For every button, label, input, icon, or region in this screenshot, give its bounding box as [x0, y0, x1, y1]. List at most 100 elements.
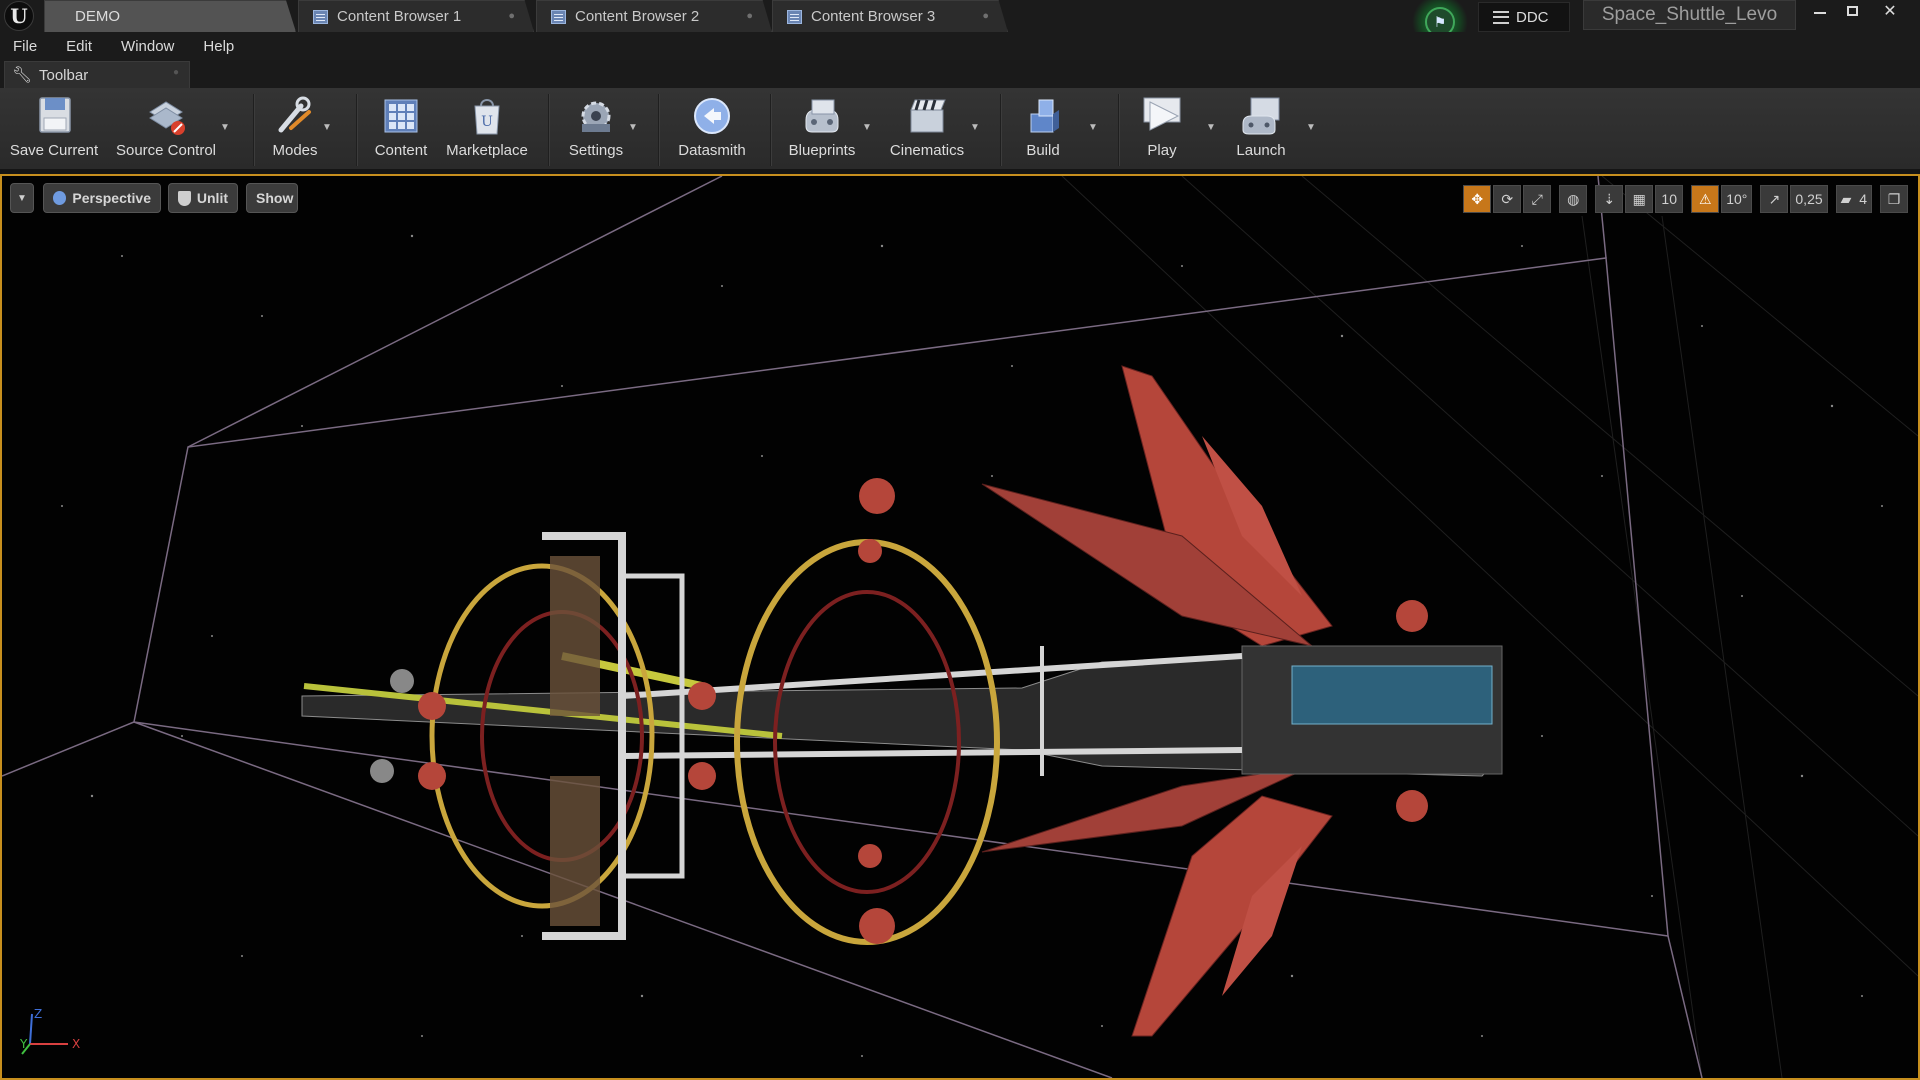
marketplace-icon: U: [474, 99, 500, 135]
scale-snap-value[interactable]: 0,25: [1790, 185, 1828, 213]
restore-icon: [1846, 6, 1858, 16]
toolbar-separator: [658, 94, 659, 166]
axis-y-label: Y: [20, 1037, 28, 1051]
launch-button[interactable]: Launch: [1226, 88, 1296, 170]
menu-edit[interactable]: Edit: [66, 38, 92, 55]
chevron-down-icon[interactable]: ▼: [220, 122, 230, 133]
grid-snap-value[interactable]: 10: [1655, 185, 1684, 213]
play-button[interactable]: Play: [1130, 88, 1194, 170]
rotation-snap-text: 10°: [1726, 191, 1748, 207]
restore-button[interactable]: [1836, 0, 1868, 22]
blueprints-button[interactable]: Blueprints: [778, 88, 866, 170]
view-mode-label: Perspective: [72, 190, 151, 206]
save-current-button[interactable]: Save Current: [8, 88, 100, 170]
close-icon[interactable]: ●: [173, 67, 179, 78]
toolbar-button-label: Cinematics: [889, 142, 965, 159]
modes-button[interactable]: Modes: [262, 88, 328, 170]
toolbar-button-label: Launch: [1236, 142, 1286, 159]
tab-label: Content Browser 2: [575, 8, 700, 25]
close-window-button[interactable]: ✕: [1874, 0, 1906, 22]
ddc-label: DDC: [1516, 8, 1549, 26]
title-bar: U DEMO Content Browser 1 ● Content Brows…: [0, 0, 1920, 50]
content-icon: [384, 99, 418, 133]
level-viewport[interactable]: ▼ Perspective Unlit Show ✥ ⟳ ⤢ ◍ ⇣ ▦ 10 …: [0, 174, 1920, 1080]
save-icon: [39, 97, 71, 133]
datasmith-button[interactable]: Datasmith: [670, 88, 754, 170]
unreal-logo-icon[interactable]: U: [4, 1, 34, 31]
panel-tab-label: Toolbar: [39, 66, 89, 84]
launch-icon: [1242, 97, 1280, 135]
viewport-tools: ✥ ⟳ ⤢ ◍ ⇣ ▦ 10 ⚠ 10° ↗ 0,25 ▰ 4 ❐: [1461, 184, 1908, 214]
viewport-options-button[interactable]: ▼: [10, 183, 34, 213]
axis-z-label: Z: [34, 1007, 42, 1021]
camera-speed-button[interactable]: ▰ 4: [1835, 185, 1872, 213]
tab-content-browser-2[interactable]: Content Browser 2 ●: [536, 0, 772, 32]
chevron-down-icon[interactable]: ▼: [628, 122, 638, 133]
toolbar-separator: [1000, 94, 1001, 166]
close-icon[interactable]: ●: [508, 10, 515, 22]
axis-gizmo-icon: Z X Y: [20, 1007, 80, 1055]
chevron-down-icon[interactable]: ▼: [970, 122, 980, 133]
project-name: Space_Shuttle_Levo: [1583, 0, 1796, 30]
close-icon: ✕: [1883, 3, 1897, 20]
tab-label: Content Browser 1: [337, 8, 462, 25]
play-icon: [1143, 97, 1181, 131]
grid-snap-text: 10: [1661, 191, 1677, 207]
rotate-icon[interactable]: ⟳: [1493, 185, 1522, 213]
world-local-icon[interactable]: ◍: [1559, 185, 1588, 213]
toolbar-button-label: Marketplace: [446, 142, 528, 159]
toolbar-button-label: Blueprints: [788, 142, 856, 159]
toolbar-button-label: Play: [1147, 142, 1177, 159]
menu-bar: File Edit Window Help: [0, 32, 1920, 60]
axis-x-label: X: [72, 1037, 80, 1051]
toolbar-button-label: Source Control: [115, 142, 217, 159]
tab-content-browser-1[interactable]: Content Browser 1 ●: [298, 0, 534, 32]
chevron-down-icon: ▼: [17, 192, 27, 204]
modes-icon: [278, 96, 311, 133]
show-button[interactable]: Show: [246, 183, 298, 213]
lighting-mode-button[interactable]: Unlit: [168, 183, 238, 213]
content-browser-icon: [787, 9, 802, 24]
menu-help[interactable]: Help: [203, 38, 234, 55]
rotation-snap-icon[interactable]: ⚠: [1691, 185, 1720, 213]
minimize-button[interactable]: [1804, 0, 1836, 22]
main-toolbar: Save Current Source Control ▼ Modes ▼ Co…: [0, 88, 1920, 170]
scale-snap-icon[interactable]: ↗: [1760, 185, 1789, 213]
tab-content-browser-3[interactable]: Content Browser 3 ●: [772, 0, 1008, 32]
toolbar-button-label: Save Current: [9, 142, 99, 159]
chevron-down-icon[interactable]: ▼: [1206, 122, 1216, 133]
minimize-icon: [1814, 12, 1826, 14]
toolbar-panel-tab[interactable]: 🔧︎ Toolbar ●: [4, 61, 190, 88]
perspective-button[interactable]: Perspective: [43, 183, 161, 213]
chevron-down-icon[interactable]: ▼: [1306, 122, 1316, 133]
ddc-button[interactable]: DDC: [1478, 2, 1570, 32]
tab-label: DEMO: [75, 8, 120, 25]
surface-snap-icon[interactable]: ⇣: [1595, 185, 1624, 213]
toolbar-button-label: Content: [374, 142, 428, 159]
tab-demo[interactable]: DEMO: [44, 0, 296, 32]
lighting-mode-label: Unlit: [196, 190, 228, 206]
source-control-button[interactable]: Source Control: [110, 88, 222, 170]
content-button[interactable]: Content: [368, 88, 434, 170]
menu-file[interactable]: File: [13, 38, 37, 55]
close-icon[interactable]: ●: [746, 10, 753, 22]
maximize-viewport-icon[interactable]: ❐: [1880, 185, 1908, 213]
rotation-snap-value[interactable]: 10°: [1721, 185, 1753, 213]
menu-window[interactable]: Window: [121, 38, 174, 55]
close-icon[interactable]: ●: [982, 10, 989, 22]
translate-icon[interactable]: ✥: [1463, 185, 1492, 213]
viewport-scene[interactable]: [2, 176, 1918, 1078]
marketplace-button[interactable]: U Marketplace: [442, 88, 532, 170]
grid-snap-icon[interactable]: ▦: [1625, 185, 1654, 213]
build-button[interactable]: Build: [1010, 88, 1076, 170]
scale-icon[interactable]: ⤢: [1523, 185, 1552, 213]
blueprints-icon: [805, 99, 839, 133]
chevron-down-icon[interactable]: ▼: [322, 122, 332, 133]
toolbar-button-label: Datasmith: [678, 142, 746, 159]
datasmith-icon: [694, 98, 730, 134]
camera-speed-text: 4: [1859, 191, 1867, 207]
cinematics-button[interactable]: Cinematics: [880, 88, 974, 170]
chevron-down-icon[interactable]: ▼: [1088, 122, 1098, 133]
settings-button[interactable]: Settings: [560, 88, 632, 170]
chevron-down-icon[interactable]: ▼: [862, 122, 872, 133]
